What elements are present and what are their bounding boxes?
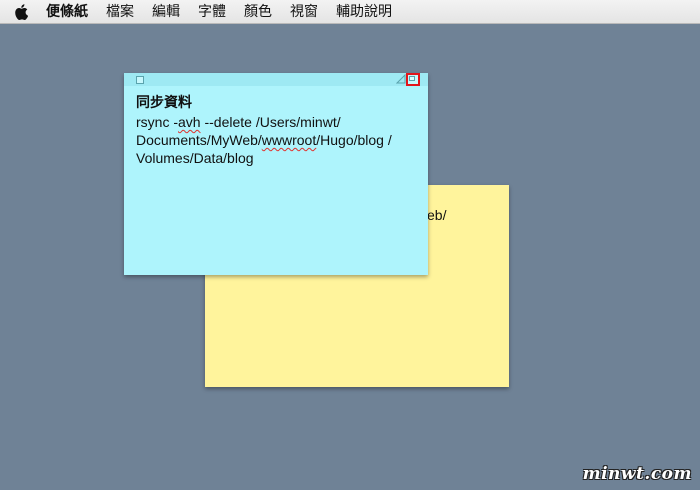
menu-font[interactable]: 字體 <box>189 0 235 24</box>
body-text-segment: Documents/MyWeb/ <box>136 132 262 148</box>
close-box-icon[interactable] <box>136 76 144 84</box>
apple-logo-icon[interactable] <box>0 0 42 24</box>
note-titlebar[interactable] <box>124 73 428 86</box>
menu-help[interactable]: 輔助說明 <box>327 0 401 24</box>
menu-edit[interactable]: 編輯 <box>143 0 189 24</box>
watermark: minwt.com <box>582 464 692 484</box>
yellow-note-text[interactable]: eb/ <box>427 207 446 223</box>
menu-bar: 便條紙 檔案 編輯 字體 顏色 視窗 輔助說明 <box>0 0 700 24</box>
menu-window[interactable]: 視窗 <box>281 0 327 24</box>
misspelled-word: wwwroot <box>261 132 317 148</box>
menu-file[interactable]: 檔案 <box>97 0 143 24</box>
body-text-segment: rsync - <box>136 114 178 130</box>
resize-triangle-icon[interactable] <box>396 74 406 84</box>
menu-app-name[interactable]: 便條紙 <box>42 0 97 24</box>
note-body: rsync -avh --delete /Users/minwt/Documen… <box>136 113 420 167</box>
note-text-area[interactable]: 同步資料 rsync -avh --delete /Users/minwt/Do… <box>136 94 420 167</box>
collapse-icon <box>409 76 415 81</box>
misspelled-word: avh <box>178 114 201 130</box>
collapse-button[interactable] <box>406 73 420 86</box>
body-text-segment: --delete /Users/minwt/ <box>200 114 341 130</box>
blue-sticky-note[interactable]: 同步資料 rsync -avh --delete /Users/minwt/Do… <box>124 73 428 275</box>
body-text-segment: /Hugo/blog / <box>316 132 392 148</box>
note-title: 同步資料 <box>136 95 192 111</box>
menu-color[interactable]: 顏色 <box>235 0 281 24</box>
body-text-segment: Volumes/Data/blog <box>136 150 254 166</box>
